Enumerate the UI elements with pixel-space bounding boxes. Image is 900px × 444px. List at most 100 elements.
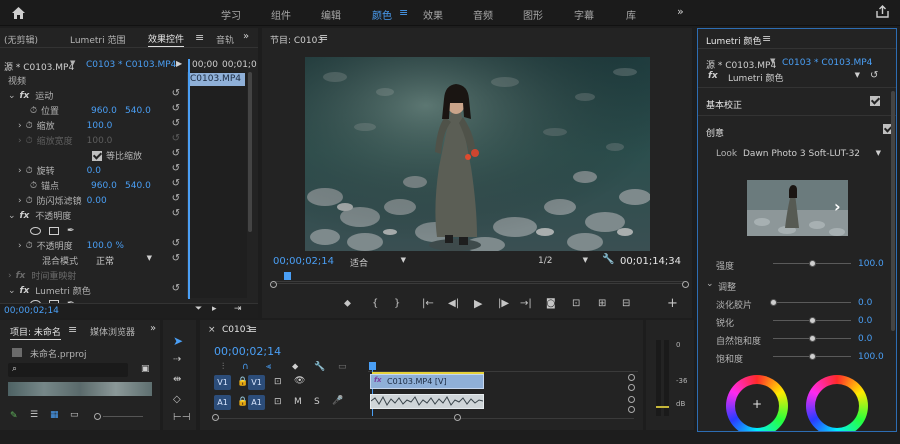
workspace-tab-editing[interactable]: 编辑 <box>321 7 341 22</box>
vertical-scroll-handle[interactable] <box>628 406 635 413</box>
workspace-tab-audio[interactable]: 音频 <box>473 7 493 22</box>
settings-wrench-icon[interactable]: 🔧 <box>314 362 325 372</box>
video-clip[interactable]: fx C0103.MP4 [V] <box>370 374 484 389</box>
selection-tool-icon[interactable]: ➤ <box>173 334 183 348</box>
mute-track-button[interactable]: M <box>294 397 302 407</box>
program-playhead[interactable] <box>284 272 292 280</box>
comparison-view-icon[interactable]: ⊡ <box>572 298 580 309</box>
close-tab-icon[interactable]: × <box>208 325 216 335</box>
saturation-value[interactable]: 100.0 <box>858 352 884 362</box>
source-dropdown-icon[interactable]: ▼ <box>770 57 775 65</box>
panel-menu-icon[interactable]: ≡ <box>762 32 771 45</box>
lock-track-icon[interactable]: 🔒 <box>237 397 248 407</box>
tab-audio-clip-mixer[interactable]: 音轨 <box>216 33 234 46</box>
v1-source-target[interactable]: V1 <box>214 375 231 390</box>
motion-row[interactable]: ⌄ fx 运动 <box>8 88 53 103</box>
intensity-value[interactable]: 100.0 <box>858 259 884 269</box>
multi-camera-icon[interactable]: ⊞ <box>598 298 606 309</box>
mark-out-icon[interactable]: } <box>394 298 400 309</box>
play-only-audio-icon[interactable]: ▸ <box>212 304 217 314</box>
clip-thumbnail[interactable] <box>8 382 152 396</box>
basic-correction-header[interactable]: 基本校正 <box>706 98 742 111</box>
motion-reset-icon[interactable]: ↺ <box>172 88 180 99</box>
tab-lumetri-scope[interactable]: Lumetri 范围 <box>70 33 125 46</box>
program-scrub-bar[interactable] <box>272 271 684 282</box>
expand-arrow-icon[interactable]: ⌄ <box>8 91 16 101</box>
workspace-tab-libraries[interactable]: 库 <box>626 7 636 22</box>
vertical-scroll-handle[interactable] <box>628 384 635 391</box>
fit-dropdown[interactable]: 适合 ▼ <box>350 256 406 269</box>
tab-media-browser[interactable]: 媒体浏览器 <box>90 325 135 338</box>
marker-icon[interactable]: ⬥ <box>292 362 298 372</box>
vibrance-slider-knob[interactable] <box>809 335 816 342</box>
program-timecode[interactable]: 00;00;02;14 <box>273 256 334 267</box>
horizontal-scrollbar[interactable] <box>214 418 634 419</box>
opacity-value-reset-icon[interactable]: ↺ <box>172 238 180 249</box>
panel-menu-icon[interactable]: ≡ <box>68 323 77 336</box>
home-icon[interactable] <box>10 5 26 21</box>
razor-tool-icon[interactable]: ◇ <box>173 394 181 405</box>
a1-track-target[interactable]: A1 <box>248 395 265 410</box>
linked-selection-icon[interactable]: ∩ <box>242 362 249 372</box>
filter-icon[interactable]: ⏷ <box>195 304 202 314</box>
video-frame[interactable] <box>305 57 650 251</box>
flicker-reset-icon[interactable]: ↺ <box>172 193 180 204</box>
go-to-in-icon[interactable]: |← <box>422 298 434 309</box>
captions-icon[interactable]: ▭ <box>338 362 347 372</box>
horizontal-scroll-handle[interactable] <box>454 414 461 421</box>
vr-video-icon[interactable]: ⊟ <box>622 298 630 309</box>
anchor-x-value[interactable]: 960.0 <box>91 181 125 191</box>
timeline-playhead[interactable] <box>369 362 376 370</box>
mini-scrollbar[interactable] <box>248 72 252 232</box>
uniform-scale-row[interactable]: 等比缩放 <box>92 148 142 163</box>
new-bin-icon[interactable]: ▣ <box>141 364 150 374</box>
opacity-section-row[interactable]: ⌄ fx 不透明度 <box>8 208 71 223</box>
rotation-reset-icon[interactable]: ↺ <box>172 163 180 174</box>
icon-view-icon[interactable]: ▦ <box>50 410 59 420</box>
export-icon[interactable]: ⇥ <box>234 304 242 314</box>
program-title[interactable]: 节目: C0103 <box>270 33 323 46</box>
position-x-value[interactable]: 960.0 <box>91 106 125 116</box>
expand-arrow-icon[interactable]: › <box>18 121 22 131</box>
mark-in-icon[interactable]: { <box>372 298 378 309</box>
sync-lock-icon[interactable]: ⊡ <box>274 397 282 407</box>
workspace-tab-effects[interactable]: 效果 <box>423 7 443 22</box>
lumetri-reset-icon[interactable]: ↺ <box>870 70 878 81</box>
tab-project[interactable]: 项目: 未命名 <box>10 325 61 340</box>
lock-track-icon[interactable]: 🔒 <box>237 377 248 387</box>
shadow-tint-wheel[interactable]: + <box>726 375 788 431</box>
opacity-value[interactable]: 100.0 <box>87 241 113 251</box>
timeline-timecode[interactable]: 00;00;02;14 <box>214 345 281 358</box>
saturation-slider-knob[interactable] <box>809 353 816 360</box>
tab-effect-controls[interactable]: 效果控件 <box>148 32 185 47</box>
workspace-tab-learn[interactable]: 学习 <box>221 7 241 22</box>
more-tabs-icon[interactable]: » <box>150 323 156 334</box>
anchor-reset-icon[interactable]: ↺ <box>172 178 180 189</box>
uniform-scale-checkbox[interactable] <box>92 150 102 161</box>
tab-no-clip[interactable]: (无剪辑) <box>4 33 38 46</box>
add-marker-icon[interactable]: ⬥ <box>344 298 351 309</box>
workspace-tab-color[interactable]: 颜色 <box>372 7 392 22</box>
effect-mini-timeline[interactable] <box>187 72 247 298</box>
track-select-tool-icon[interactable]: ⇢ <box>173 354 181 365</box>
project-search-input[interactable]: ⌕ <box>8 363 128 377</box>
settings-wrench-icon[interactable]: 🔧 <box>602 254 614 265</box>
timeline-ruler[interactable] <box>368 360 638 372</box>
v1-track-target[interactable]: V1 <box>248 375 265 390</box>
highlight-tint-wheel[interactable] <box>806 375 868 431</box>
more-workspaces-icon[interactable]: » <box>677 5 684 18</box>
list-view-icon[interactable]: ☰ <box>30 410 38 420</box>
sequence-clip-link[interactable]: C0103 * C0103.MP4 <box>86 60 176 70</box>
stopwatch-icon[interactable]: ⏱ <box>26 166 33 176</box>
flicker-value[interactable]: 0.00 <box>87 196 107 206</box>
export-frame-icon[interactable]: ◙ <box>546 298 556 309</box>
rect-mask-icon[interactable] <box>49 226 59 235</box>
scale-value[interactable]: 100.0 <box>87 121 113 131</box>
faded-film-value[interactable]: 0.0 <box>858 298 872 308</box>
timeline-title[interactable]: C0103 <box>222 325 251 335</box>
position-y-value[interactable]: 540.0 <box>125 106 151 116</box>
adjust-expand-icon[interactable]: ⌄ <box>706 279 714 289</box>
snap-icon[interactable]: ⫶ <box>222 362 224 372</box>
play-icon[interactable]: ▶ <box>474 297 482 310</box>
pen-mask-icon[interactable]: ✒ <box>67 226 75 236</box>
